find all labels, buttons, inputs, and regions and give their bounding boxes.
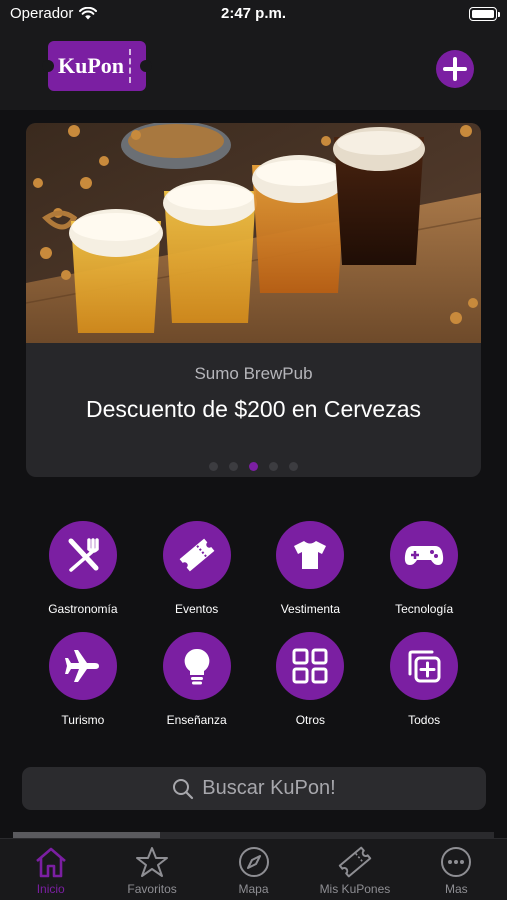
plus-icon bbox=[443, 57, 467, 81]
carousel-dot[interactable] bbox=[289, 462, 298, 471]
status-bar: Operador 2:47 p.m. bbox=[0, 0, 507, 28]
search-placeholder: Buscar KuPon! bbox=[202, 777, 336, 799]
category-label: Todos bbox=[408, 713, 441, 727]
tab-mas[interactable]: Mas bbox=[406, 839, 507, 900]
category-otros[interactable]: Otros bbox=[254, 632, 368, 729]
airplane-icon bbox=[64, 650, 99, 682]
featured-deal-image bbox=[26, 123, 481, 343]
tab-label: Inicio bbox=[36, 882, 65, 896]
ticket-icon bbox=[338, 846, 372, 878]
logo-text: KuPon bbox=[57, 53, 125, 78]
category-label: Vestimenta bbox=[280, 602, 341, 616]
category-eventos[interactable]: Eventos bbox=[140, 521, 254, 618]
grid-icon bbox=[292, 648, 328, 684]
category-label: Eventos bbox=[174, 602, 219, 616]
featured-deal-title: Descuento de $200 en Cervezas bbox=[86, 396, 421, 422]
carousel-dot[interactable] bbox=[209, 462, 218, 471]
search-bar[interactable]: Buscar KuPon! bbox=[22, 767, 486, 810]
tshirt-icon bbox=[294, 541, 327, 569]
tab-mis-kupones[interactable]: Mis KuPones bbox=[304, 839, 405, 900]
category-vestimenta[interactable]: Vestimenta bbox=[254, 521, 368, 618]
compass-icon bbox=[238, 847, 269, 877]
category-label: Enseñanza bbox=[166, 713, 227, 727]
carousel-dot[interactable] bbox=[249, 462, 258, 471]
utensils-icon bbox=[68, 538, 99, 572]
category-turismo[interactable]: Turismo bbox=[26, 632, 140, 729]
app-logo: KuPon bbox=[42, 41, 152, 91]
category-label: Gastronomía bbox=[48, 602, 118, 616]
bottom-tab-bar: Inicio Favoritos Mapa Mis KuPones Mas bbox=[0, 838, 507, 900]
lightbulb-icon bbox=[184, 648, 210, 685]
add-kupon-button[interactable] bbox=[436, 50, 474, 88]
logo-perforation bbox=[129, 49, 131, 83]
featured-business-name: Sumo BrewPub bbox=[194, 364, 313, 383]
top-navigation-bar: KuPon bbox=[0, 28, 507, 110]
stack-plus-icon bbox=[408, 650, 441, 683]
featured-deal-card[interactable]: Sumo BrewPub Descuento de $200 en Cervez… bbox=[26, 123, 481, 477]
tab-label: Favoritos bbox=[127, 882, 177, 896]
tab-label: Mis KuPones bbox=[319, 882, 391, 896]
carousel-dot[interactable] bbox=[269, 462, 278, 471]
tab-label: Mas bbox=[444, 882, 468, 896]
category-gastronomia[interactable]: Gastronomía bbox=[26, 521, 140, 618]
gamepad-icon bbox=[404, 546, 444, 565]
battery-icon bbox=[469, 7, 500, 21]
more-icon bbox=[441, 847, 472, 877]
category-label: Tecnología bbox=[395, 602, 454, 616]
category-ensenanza[interactable]: Enseñanza bbox=[140, 632, 254, 729]
category-todos[interactable]: Todos bbox=[367, 632, 481, 729]
home-icon bbox=[35, 847, 66, 878]
clock: 2:47 p.m. bbox=[220, 5, 287, 22]
tab-label: Mapa bbox=[238, 882, 269, 896]
category-grid: Gastronomía Eventos Vestimenta Tecnologí… bbox=[26, 521, 481, 729]
star-icon bbox=[136, 847, 169, 877]
tab-inicio[interactable]: Inicio bbox=[0, 839, 101, 900]
tab-favoritos[interactable]: Favoritos bbox=[101, 839, 202, 900]
tab-mapa[interactable]: Mapa bbox=[203, 839, 304, 900]
ticket-icon bbox=[179, 538, 215, 572]
category-label: Otros bbox=[295, 713, 326, 727]
carousel-page-indicator[interactable] bbox=[26, 462, 481, 471]
carousel-dot[interactable] bbox=[229, 462, 238, 471]
search-icon bbox=[173, 778, 194, 799]
category-tecnologia[interactable]: Tecnología bbox=[367, 521, 481, 618]
category-label: Turismo bbox=[61, 713, 105, 727]
